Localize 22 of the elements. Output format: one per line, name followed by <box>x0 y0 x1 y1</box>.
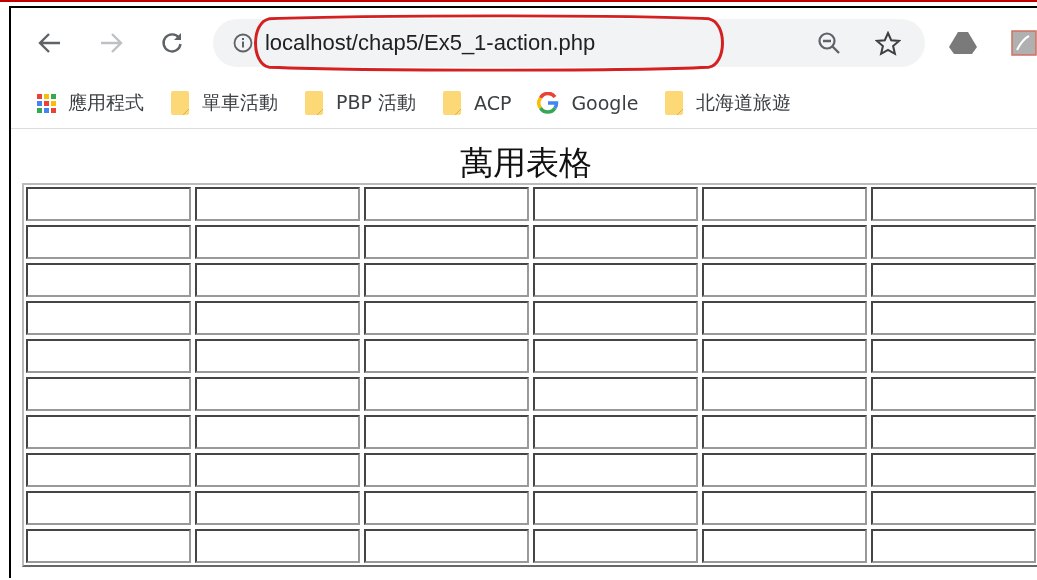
google-g-icon <box>537 92 560 114</box>
forward-arrow-icon <box>99 32 123 54</box>
apps-grid-icon <box>37 93 56 113</box>
address-bar[interactable]: localhost/chap5/Ex5_1-action.php <box>213 19 925 67</box>
document-icon[interactable] <box>1011 30 1037 56</box>
folder-icon <box>170 90 190 116</box>
page-heading: 萬用表格 <box>459 145 593 182</box>
folder-icon <box>664 90 685 116</box>
zoom-out-icon[interactable] <box>817 31 841 55</box>
bookmark-item[interactable]: PBP 活動 <box>304 90 416 116</box>
bookmark-item[interactable]: 北海道旅遊 <box>664 90 792 116</box>
info-icon <box>233 33 253 53</box>
reload-icon <box>161 32 184 54</box>
bookmark-item[interactable]: 應用程式 <box>37 90 144 116</box>
bookmark-item[interactable]: Google <box>537 92 639 114</box>
folder-icon <box>304 90 324 116</box>
url-text: localhost/chap5/Ex5_1-action.php <box>265 30 596 56</box>
bookmark-item[interactable]: 單車活動 <box>170 90 278 116</box>
bookmark-item[interactable]: ACP <box>442 90 512 116</box>
folder-icon <box>442 90 462 116</box>
star-icon[interactable] <box>875 30 901 56</box>
back-arrow-icon <box>37 32 62 54</box>
